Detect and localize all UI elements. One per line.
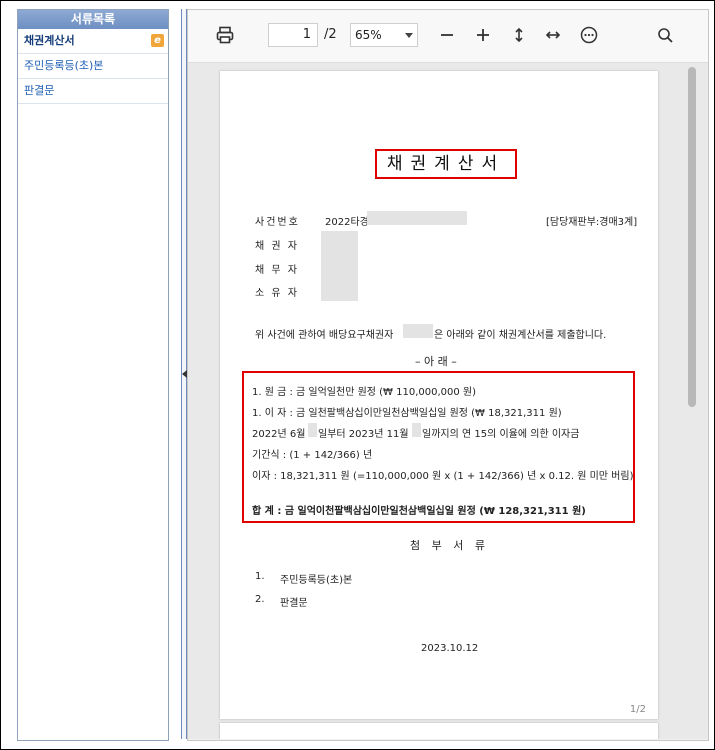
period-line-b: 일부터 2023년 11월 (318, 429, 409, 440)
vertical-scrollbar[interactable] (688, 67, 696, 731)
below-heading: – 아 래 – (415, 355, 457, 368)
fit-height-icon[interactable] (508, 24, 530, 46)
principal-line: 1. 원 금 : 금 일억일천만 원정 (₩ 110,000,000 원) (252, 387, 477, 398)
redaction-block (367, 211, 467, 225)
redaction-block (321, 231, 358, 301)
document-date: 2023.10.12 (421, 643, 479, 654)
search-icon[interactable] (654, 24, 676, 46)
interest-line: 1. 이 자 : 금 일천팔백삼십이만일천삼백일십일 원정 (₩ 18,321,… (252, 408, 562, 419)
pdf-viewer: 1 /2 65% 채권계산서 사건번호 2022타경 [담당재판부:경매3계] … (187, 9, 709, 741)
document-title: 채권계산서 (375, 149, 517, 179)
court-department: [담당재판부:경매3계] (546, 217, 638, 228)
attachment-label: 판결문 (280, 598, 308, 609)
sidebar-item-label: 판결문 (24, 84, 55, 97)
page-number-input[interactable]: 1 (268, 23, 318, 47)
formula-line: 기간식 : (1 + 142/366) 년 (252, 450, 373, 461)
document-page: 채권계산서 사건번호 2022타경 [담당재판부:경매3계] 채 권 자 채 무… (220, 71, 658, 719)
intro-text-a: 위 사건에 관하여 배당요구채권자 (255, 330, 394, 341)
interest-calc-line: 이자 : 18,321,311 원 (=110,000,000 원 x (1 +… (252, 471, 634, 482)
document-list-sidebar: 서류목록 채권계산서 e 주민등록등(초)본 판결문 (17, 9, 169, 741)
attachments-heading: 첨 부 서 류 (410, 539, 489, 552)
attachment-num: 1. (255, 571, 265, 582)
zoom-out-icon[interactable] (436, 24, 458, 46)
document-scroll-area[interactable]: 채권계산서 사건번호 2022타경 [담당재판부:경매3계] 채 권 자 채 무… (188, 63, 708, 739)
case-number-value: 2022타경 (325, 217, 369, 228)
edoc-badge-icon: e (151, 34, 164, 47)
attachment-label: 주민등록등(초)본 (280, 575, 353, 586)
redaction-block (403, 324, 433, 338)
period-line-a: 2022년 6월 (252, 429, 306, 440)
intro-text-b: 은 아래와 같이 채권계산서를 제출합니다. (434, 330, 607, 341)
page-number: 1/2 (629, 704, 646, 715)
redaction-block (308, 423, 317, 437)
debtor-label: 채 무 자 (255, 265, 299, 276)
sidebar-item-label: 주민등록등(초)본 (24, 59, 104, 72)
creditor-label: 채 권 자 (255, 241, 299, 252)
sidebar-item-label: 채권계산서 (24, 34, 75, 47)
fit-width-icon[interactable] (542, 24, 564, 46)
total-line: 합 계 : 금 일억이천팔백삼십이만일천삼백일십일 원정 (₩ 128,321,… (252, 506, 586, 517)
viewer-toolbar: 1 /2 65% (188, 10, 708, 63)
sidebar-item-bond-statement[interactable]: 채권계산서 e (18, 29, 168, 54)
window-frame: 서류목록 채권계산서 e 주민등록등(초)본 판결문 1 /2 65% 채권계산… (0, 0, 715, 750)
next-page-preview (220, 723, 658, 739)
sidebar-title: 서류목록 (18, 10, 168, 29)
period-line-c: 일까지의 연 15의 이율에 의한 이자금 (422, 429, 580, 440)
sidebar-item-resident-registration[interactable]: 주민등록등(초)본 (18, 54, 168, 79)
attachment-num: 2. (255, 594, 265, 605)
zoom-in-icon[interactable] (472, 24, 494, 46)
owner-label: 소 유 자 (255, 288, 299, 299)
print-icon[interactable] (214, 24, 236, 46)
case-number-label: 사건번호 (255, 217, 300, 228)
chevron-down-icon (405, 33, 413, 38)
zoom-select[interactable]: 65% (350, 23, 418, 47)
more-options-icon[interactable] (578, 24, 600, 46)
page-total-label: /2 (324, 27, 337, 42)
scrollbar-thumb[interactable] (688, 67, 696, 407)
zoom-value: 65% (355, 28, 382, 42)
sidebar-item-judgment[interactable]: 판결문 (18, 79, 168, 104)
redaction-block (412, 423, 421, 437)
